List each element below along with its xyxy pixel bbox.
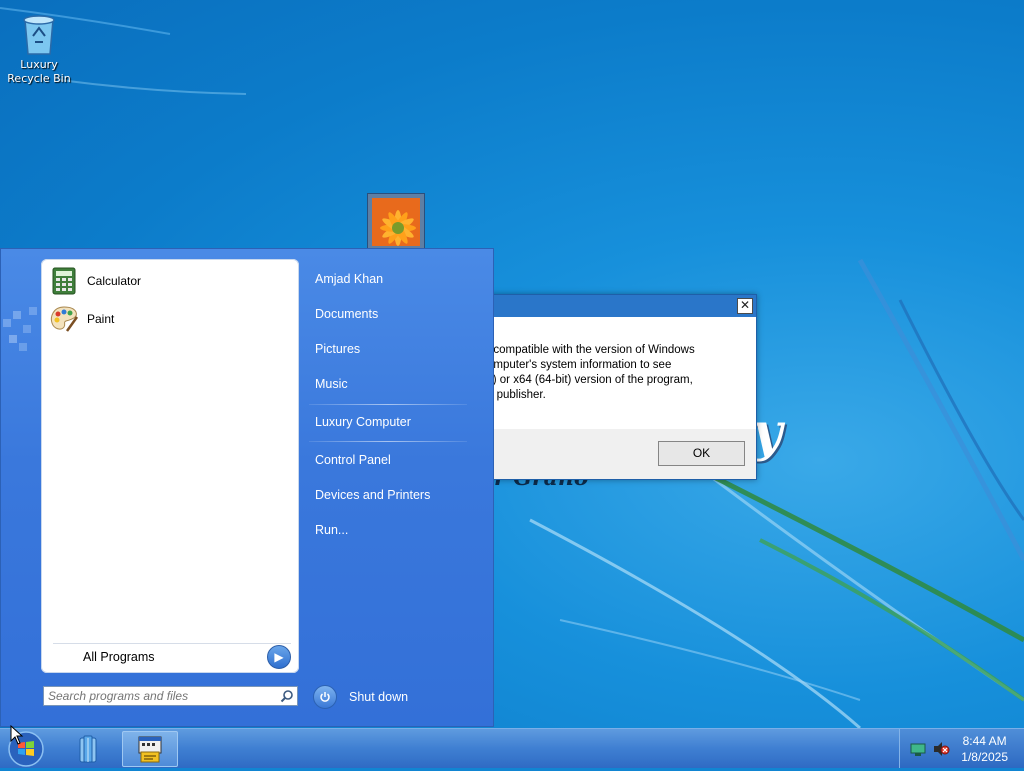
message-line: t compatible with the version of Windows: [487, 344, 695, 356]
menu-item-control-panel[interactable]: Control Panel: [315, 449, 391, 471]
message-line: it) or x64 (64-bit) version of the progr…: [487, 374, 693, 386]
start-menu: Calculator Paint All Programs ▶ Search p…: [0, 248, 494, 727]
menu-item-devices-printers[interactable]: Devices and Printers: [315, 484, 430, 506]
menu-item-music[interactable]: Music: [315, 373, 348, 395]
arrow-right-icon: ▶: [267, 645, 291, 669]
volume-icon[interactable]: [932, 740, 950, 758]
taskbar-button-compatibility[interactable]: [122, 731, 178, 767]
shutdown-button[interactable]: Shut down: [313, 685, 409, 709]
menu-item-run[interactable]: Run...: [315, 519, 348, 541]
pinned-item-label: Calculator: [87, 274, 142, 288]
menu-separator: [309, 441, 467, 442]
menu-item-pictures[interactable]: Pictures: [315, 338, 360, 360]
calculator-icon: [52, 267, 76, 295]
dialog-title-bar: ✕: [475, 295, 756, 317]
dialog-footer: OK: [475, 429, 756, 479]
paint-palette-icon: [50, 306, 79, 332]
user-picture[interactable]: [367, 193, 425, 251]
file-explorer-icon: [79, 735, 97, 763]
network-icon[interactable]: [910, 741, 928, 757]
pinned-item-paint[interactable]: Paint: [49, 302, 289, 336]
search-icon[interactable]: [280, 689, 294, 703]
desktop-icon-recycle-bin[interactable]: Luxury Recycle Bin: [6, 12, 72, 86]
decorative-pixels: [3, 307, 37, 351]
flower-picture-icon: [372, 198, 420, 246]
message-line: omputer's system information to see: [487, 359, 672, 371]
message-line: e publisher.: [487, 389, 546, 401]
close-button[interactable]: ✕: [737, 298, 753, 314]
shutdown-label: Shut down: [349, 690, 409, 704]
menu-item-user[interactable]: Amjad Khan: [315, 268, 383, 290]
all-programs-label: All Programs: [83, 650, 155, 664]
search-box[interactable]: [43, 686, 298, 706]
recycle-bin-icon: [23, 15, 55, 55]
menu-separator: [309, 404, 467, 405]
taskbar-button-explorer[interactable]: [60, 731, 116, 767]
pinned-item-calculator[interactable]: Calculator: [49, 264, 289, 298]
menu-item-documents[interactable]: Documents: [315, 303, 378, 325]
dialog-message: t compatible with the version of Windows…: [487, 343, 752, 403]
compatibility-dialog: ✕ t compatible with the version of Windo…: [474, 294, 757, 480]
clock-date: 1/8/2025: [961, 750, 1008, 764]
clock-time: 8:44 AM: [962, 734, 1007, 748]
ok-button[interactable]: OK: [658, 441, 745, 466]
system-tray: 8:44 AM 1/8/2025: [899, 729, 1024, 768]
menu-item-computer[interactable]: Luxury Computer: [315, 411, 411, 433]
taskbar: 8:44 AM 1/8/2025: [0, 728, 1024, 768]
programs-pane: Calculator Paint All Programs ▶: [41, 259, 299, 673]
mouse-cursor-icon: [10, 725, 24, 745]
search-input[interactable]: [48, 688, 274, 704]
desktop-icon-label: Luxury Recycle Bin: [7, 58, 71, 85]
power-icon: [313, 685, 337, 709]
program-compatibility-icon: [138, 736, 162, 763]
clock[interactable]: 8:44 AM 1/8/2025: [961, 733, 1008, 765]
pinned-item-label: Paint: [87, 312, 115, 326]
all-programs-button[interactable]: All Programs ▶: [53, 643, 291, 670]
